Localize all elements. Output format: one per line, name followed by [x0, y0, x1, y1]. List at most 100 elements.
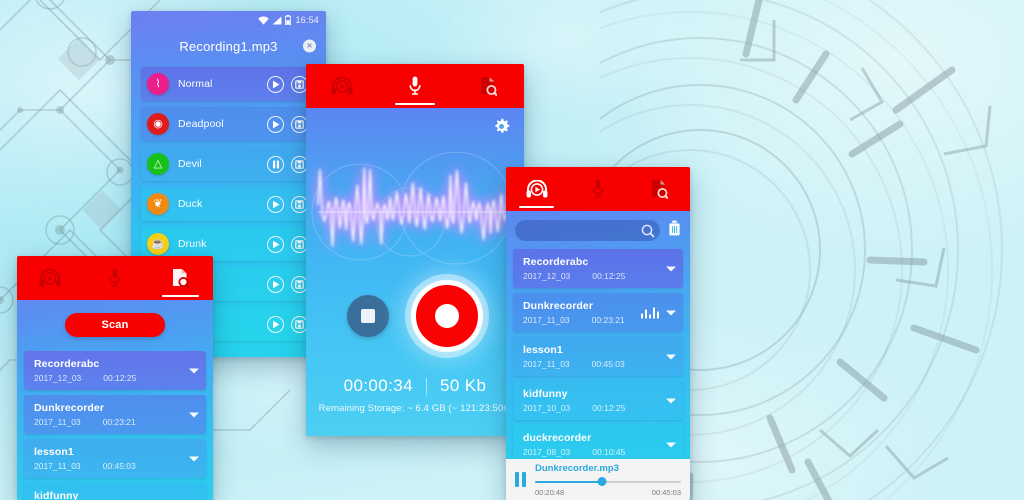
pause-button[interactable] [267, 155, 284, 173]
microphone-icon [592, 179, 604, 198]
scan-screen: Scan Recorderabc 2017_12_03 00:12:25 Dunkre… [17, 256, 213, 500]
microphone-icon [109, 268, 121, 287]
recording-name: Dunkrecorder [34, 402, 105, 414]
tab-underline [162, 294, 199, 297]
chevron-down-icon[interactable] [666, 398, 676, 403]
voice-effect-name: Deadpool [178, 118, 224, 130]
play-button[interactable] [267, 195, 284, 213]
recording-meta: 2017_11_03 00:45:03 [34, 461, 182, 471]
play-button[interactable] [267, 315, 284, 333]
stop-button[interactable] [347, 295, 389, 337]
search-icon[interactable] [641, 224, 655, 238]
microphone-icon [409, 76, 421, 95]
recording-row[interactable]: lesson1 2017_11_03 00:45:03 [513, 337, 683, 376]
recording-name: kidfunny [34, 490, 79, 500]
play-button[interactable] [267, 115, 284, 133]
player-duration: 00:45:03 [651, 487, 681, 497]
recording-row[interactable]: kidfunny2017_10_0300:12:25 [24, 483, 206, 500]
tab-player[interactable] [17, 256, 82, 300]
voice-effect-actions [267, 195, 308, 213]
recording-meta: 2017_11_03 00:45:03 [523, 359, 659, 369]
recording-row[interactable]: Recorderabc 2017_12_03 00:12:25 [24, 351, 206, 390]
voice-effect-row[interactable]: ❦ Duck [141, 187, 316, 221]
elapsed-time: 00:00:34 [343, 376, 413, 395]
tab-underline [394, 102, 436, 105]
voice-effect-actions [267, 75, 308, 93]
voice-effect-name: Normal [178, 78, 213, 90]
recording-meta: 2017_11_03 00:23:21 [34, 417, 182, 427]
recording-duration: 00:10:45 [592, 447, 626, 457]
chevron-down-icon[interactable] [666, 310, 676, 315]
recording-row[interactable]: kidfunny 2017_10_0300:12:25 [513, 381, 683, 420]
tab-recorder[interactable] [379, 64, 452, 108]
tab-bar [17, 256, 213, 300]
stop-icon [361, 309, 375, 323]
chevron-down-icon[interactable] [666, 266, 676, 271]
gear-icon[interactable] [493, 118, 510, 140]
voice-effect-row[interactable]: △ Devil [141, 147, 316, 181]
voice-effect-row[interactable]: ⌇ Normal [141, 67, 316, 101]
tab-scan[interactable] [148, 256, 213, 300]
record-button[interactable] [411, 280, 483, 352]
tab-recorder[interactable] [82, 256, 147, 300]
page-title: Recording1.mp3 [179, 38, 278, 54]
microphone-icon: ⌇ [147, 73, 169, 95]
recording-duration: 00:45:03 [102, 461, 136, 471]
recording-duration: 00:23:21 [102, 417, 136, 427]
play-button[interactable] [267, 75, 284, 93]
seek-slider[interactable] [535, 476, 681, 487]
close-icon[interactable]: × [303, 39, 316, 53]
equalizer-icon [640, 307, 659, 318]
storage-note: Remaining Storage: ~ 6.4 GB (~ 121:23:50… [318, 403, 512, 414]
tab-recorder[interactable] [567, 167, 628, 211]
recording-meta: 2017_10_03 00:12:25 [523, 403, 659, 413]
headphones-play-icon [39, 269, 61, 287]
chevron-down-icon[interactable] [189, 412, 199, 417]
recording-name: duckrecorder [523, 432, 592, 444]
recording-date: 2017_11_03 [34, 417, 81, 427]
tab-player[interactable] [506, 167, 567, 211]
tab-scan[interactable] [629, 167, 690, 211]
search-input[interactable] [515, 220, 660, 241]
scan-button[interactable]: Scan [65, 313, 165, 337]
recording-meta: 2017_12_03 00:12:25 [523, 271, 659, 281]
recording-meta: 2017_08_03 00:10:45 [523, 447, 659, 457]
recording-row[interactable]: Dunkrecorder 2017_11_03 00:23:21 [513, 293, 683, 332]
chevron-down-icon[interactable] [189, 456, 199, 461]
recording-name: kidfunny [523, 388, 568, 400]
seek-handle[interactable] [597, 476, 607, 486]
player-times: 00:20:48 00:45:03 [535, 488, 681, 497]
file-size: 50 Kb [439, 376, 487, 395]
recording-row[interactable]: Dunkrecorder 2017_11_03 00:23:21 [24, 395, 206, 434]
pause-icon [272, 160, 279, 168]
audio-waveform [306, 152, 524, 272]
voice-effect-row[interactable]: ◉ Deadpool [141, 107, 316, 141]
recording-name: lesson1 [34, 446, 74, 458]
mini-player: Dunkrecorder.mp3 00:20:48 00:45:03 [506, 459, 690, 500]
trash-icon[interactable] [668, 220, 681, 241]
devil-face-icon: △ [147, 153, 169, 175]
recording-date: 2017_11_03 [523, 315, 570, 325]
recording-name: Dunkrecorder [523, 300, 594, 312]
tab-scan[interactable] [451, 64, 524, 108]
scan-action-area: Scan [17, 300, 213, 347]
deadpool-mask-icon: ◉ [147, 113, 169, 135]
status-bar-time: 16:54 [295, 15, 319, 25]
recording-duration: 00:12:25 [592, 271, 626, 281]
tab-player[interactable] [306, 64, 379, 108]
voice-effect-name: Duck [178, 198, 203, 210]
play-button[interactable] [267, 275, 284, 293]
recorder-controls [306, 280, 524, 352]
seek-fill [535, 480, 603, 483]
chevron-down-icon[interactable] [666, 354, 676, 359]
feature-graphic: 16:54 Recording1.mp3 × ⌇ Normal ◉ Deadpool △… [0, 0, 1024, 500]
play-button[interactable] [267, 235, 284, 253]
recording-duration: 00:45:03 [591, 359, 625, 369]
chevron-down-icon[interactable] [189, 368, 199, 373]
chevron-down-icon[interactable] [666, 442, 676, 447]
recording-name: Recorderabc [34, 358, 100, 370]
recording-row[interactable]: lesson1 2017_11_03 00:45:03 [24, 439, 206, 478]
recording-row[interactable]: Recorderabc 2017_12_03 00:12:25 [513, 249, 683, 288]
play-icon [272, 240, 279, 248]
pause-icon[interactable] [515, 472, 526, 487]
